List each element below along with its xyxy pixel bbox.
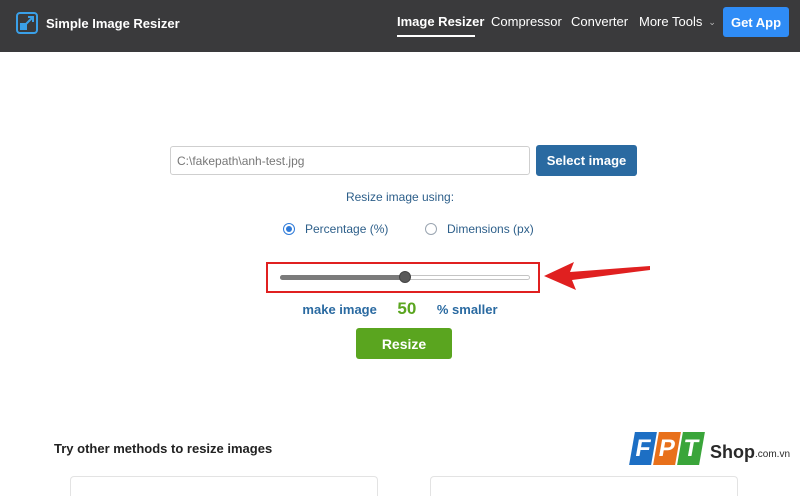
option-dimensions[interactable]: Dimensions (px) [425,222,534,236]
percentage-radio[interactable] [283,223,295,235]
make-image-label: make image [302,301,377,317]
resize-button[interactable]: Resize [356,328,452,359]
nav-more-tools[interactable]: More Tools ⌄ [639,14,716,29]
fpt-domain-text: .com.vn [755,449,791,460]
select-image-button[interactable]: Select image [536,145,637,176]
brand-name: Simple Image Resizer [46,15,180,31]
nav-more-tools-label: More Tools [639,14,703,29]
fpt-shop-text: Shop [710,442,755,462]
slider-thumb[interactable] [399,271,411,283]
percent-value[interactable]: 50 [387,299,427,319]
red-arrow-annotation [544,262,650,290]
method-card[interactable] [430,476,738,496]
get-app-button[interactable]: Get App [723,7,789,37]
fpt-letter-p: P [653,432,681,465]
fpt-letter-f: F [629,432,657,465]
nav-compressor[interactable]: Compressor [491,14,562,29]
slider-highlight-box [266,262,540,293]
active-nav-underline [397,35,475,37]
file-path-input[interactable]: C:\fakepath\anh-test.jpg [170,146,530,175]
percent-smaller-label: % smaller [436,301,498,317]
other-methods-heading: Try other methods to resize images [54,441,273,456]
fpt-letter-t: T [677,432,705,465]
nav-converter[interactable]: Converter [571,14,628,29]
fpt-shop-watermark: F P T Shop .com.vn [629,432,791,465]
dimensions-label: Dimensions (px) [447,222,534,236]
top-navbar: Simple Image Resizer Image Resizer Compr… [0,0,800,52]
percentage-label: Percentage (%) [305,222,389,236]
make-image-row: make image 50 % smaller [0,299,800,319]
nav-image-resizer[interactable]: Image Resizer [397,14,484,29]
chevron-down-icon: ⌄ [708,17,716,27]
resize-logo-icon [16,12,38,34]
slider-fill [280,275,405,280]
option-percentage[interactable]: Percentage (%) [283,222,388,236]
brand-link[interactable]: Simple Image Resizer [16,12,180,34]
method-card[interactable] [70,476,378,496]
dimensions-radio[interactable] [425,223,437,235]
resize-using-label: Resize image using: [345,190,455,204]
